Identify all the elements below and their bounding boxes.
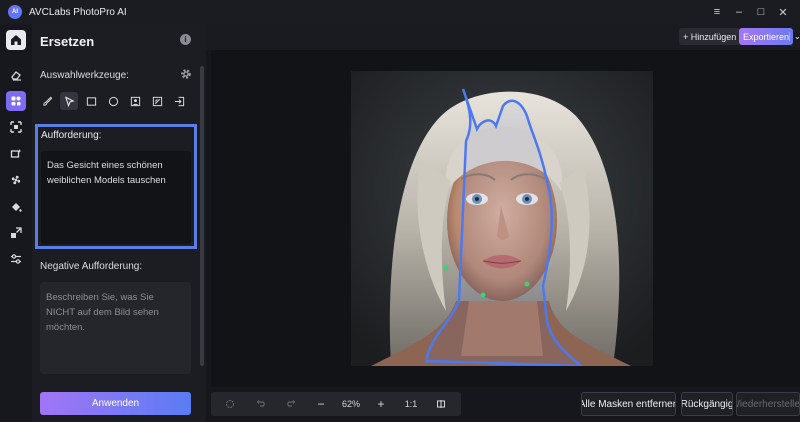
auto-select-icon[interactable]: [148, 92, 166, 110]
export-label: Exportieren: [743, 31, 790, 42]
main-topbar: + Hinzufügen Exportieren ⌄: [206, 24, 800, 50]
pointer-icon[interactable]: [60, 92, 78, 110]
window-controls: ≡ – □ ✕: [706, 0, 794, 24]
fan-icon[interactable]: [6, 170, 26, 190]
portrait-photo[interactable]: [351, 71, 653, 366]
mask-point[interactable]: [524, 281, 530, 287]
home-icon[interactable]: [6, 30, 26, 50]
selection-tools-label: Auswahlwerkzeuge:: [40, 70, 129, 81]
panel-title: Ersetzen: [40, 34, 95, 49]
mask-point[interactable]: [443, 265, 449, 271]
left-nav: [0, 24, 32, 422]
negative-prompt-textarea[interactable]: Beschreiben Sie, was Sie NICHT auf dem B…: [40, 282, 191, 374]
undo-button[interactable]: Rückgängig: [681, 392, 733, 416]
rotate-right-icon[interactable]: [284, 392, 298, 416]
info-icon[interactable]: i: [180, 34, 191, 45]
zoom-level: 62%: [341, 399, 360, 409]
resize-icon[interactable]: [6, 223, 26, 243]
app-logo: AI: [8, 5, 22, 19]
prompt-label: Aufforderung:: [41, 130, 102, 141]
portrait-select-icon[interactable]: [126, 92, 144, 110]
zoom-in-button[interactable]: +: [374, 392, 388, 416]
chevron-down-icon[interactable]: ⌄: [789, 32, 800, 41]
zoom-out-button[interactable]: −: [314, 392, 328, 416]
settings-panel: Ersetzen i Auswahlwerkzeuge: Aufforderun…: [32, 24, 206, 422]
remove-all-masks-button[interactable]: Alle Masken entfernen: [581, 392, 676, 416]
adjust-icon[interactable]: [6, 249, 26, 269]
export-button[interactable]: Exportieren ⌄: [739, 28, 800, 45]
mask-point[interactable]: [480, 292, 486, 298]
panel-scrollbar[interactable]: [200, 66, 204, 366]
replace-icon[interactable]: [6, 91, 26, 111]
brush-icon[interactable]: [38, 92, 56, 110]
gear-icon[interactable]: [180, 68, 192, 80]
add-button[interactable]: + Hinzufügen: [679, 28, 741, 45]
ellipse-select-icon[interactable]: [104, 92, 122, 110]
eraser-icon[interactable]: [6, 65, 26, 85]
import-icon[interactable]: [170, 92, 188, 110]
compare-icon[interactable]: [434, 392, 448, 416]
menu-icon[interactable]: ≡: [706, 6, 728, 18]
expand-icon[interactable]: [6, 117, 26, 137]
app-title: AVCLabs PhotoPro AI: [29, 6, 127, 18]
actual-size-button[interactable]: 1:1: [400, 392, 422, 416]
prompt-section: Aufforderung: Das Gesicht eines schönen …: [35, 124, 197, 249]
apply-button[interactable]: Anwenden: [40, 392, 191, 415]
fill-icon[interactable]: [6, 197, 26, 217]
maximize-icon[interactable]: □: [750, 6, 772, 18]
prompt-textarea[interactable]: Das Gesicht eines schönen weiblichen Mod…: [41, 151, 191, 244]
close-icon[interactable]: ✕: [772, 6, 794, 19]
minimize-icon[interactable]: –: [728, 6, 750, 18]
zoom-toolbar: − 62% + 1:1: [211, 392, 461, 416]
app-logo-text: AI: [12, 9, 18, 15]
title-bar: AI AVCLabs PhotoPro AI ≡ – □ ✕: [0, 0, 800, 24]
negative-prompt-label: Negative Aufforderung:: [40, 261, 143, 272]
reset-icon[interactable]: [223, 392, 237, 416]
rotate-left-icon[interactable]: [254, 392, 268, 416]
enhance-icon[interactable]: [6, 144, 26, 164]
redo-button[interactable]: Wiederherstellen: [736, 392, 800, 416]
rectangle-select-icon[interactable]: [82, 92, 100, 110]
